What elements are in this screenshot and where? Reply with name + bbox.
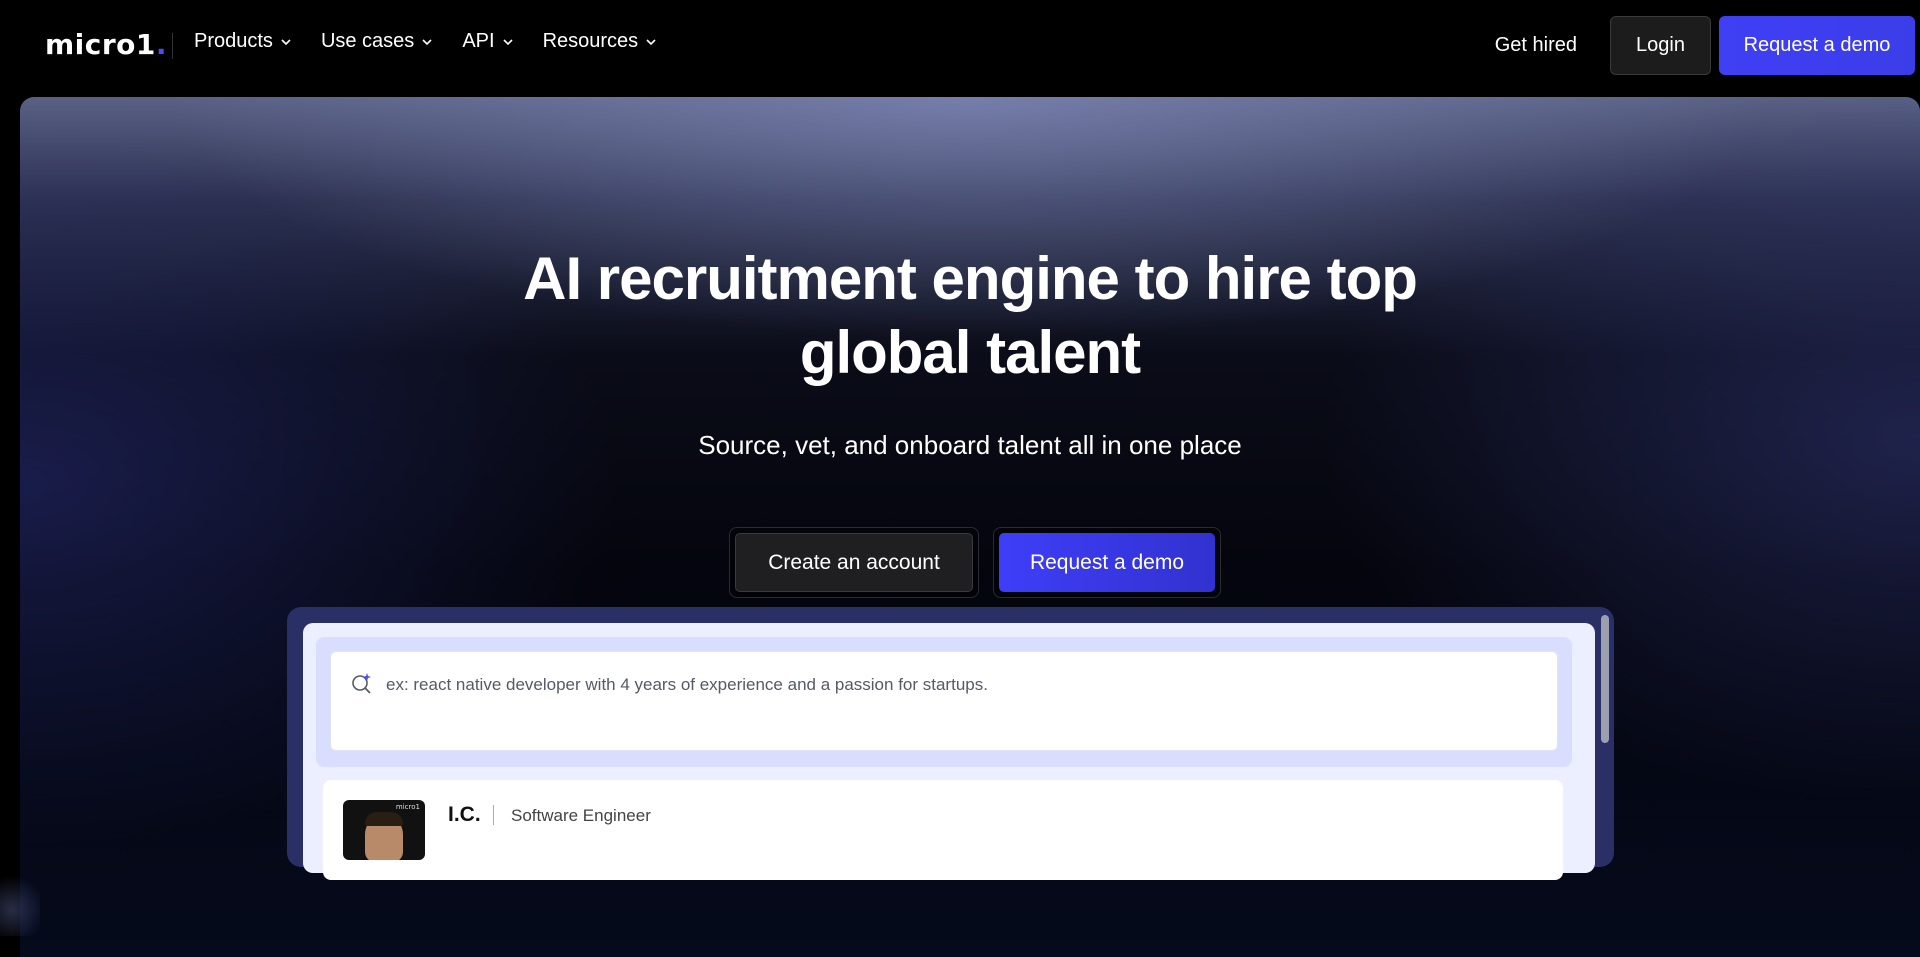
candidate-card[interactable]: micro1 I.C. Software Engineer [323, 780, 1563, 880]
ai-search-icon [352, 673, 371, 694]
hero-title-line-1: AI recruitment engine to hire top [523, 245, 1418, 312]
hero-cta-group: Create an account Request a demo [20, 527, 1920, 598]
logo-text: micro1 [45, 28, 156, 61]
nav-item-api[interactable]: API [462, 30, 513, 53]
search-panel: ex: react native developer with 4 years … [316, 637, 1572, 767]
nav-item-label: Use cases [320, 30, 415, 52]
chevron-down-icon [502, 38, 513, 45]
login-button[interactable]: Login [1610, 16, 1711, 75]
nav-item-resources[interactable]: Resources [543, 30, 657, 53]
nav-item-label: API [462, 30, 495, 52]
nav-menu: Products Use cases API Resources [194, 30, 656, 53]
logo-dot: . [155, 28, 168, 61]
product-preview-frame: ex: react native developer with 4 years … [287, 607, 1614, 880]
chevron-down-icon [646, 38, 656, 45]
request-demo-nav-button[interactable]: Request a demo [1719, 16, 1915, 75]
nav-divider [172, 33, 173, 59]
candidate-role: Software Engineer [511, 806, 651, 825]
get-hired-link[interactable]: Get hired [1495, 34, 1577, 57]
product-preview-window: ex: react native developer with 4 years … [303, 623, 1595, 880]
nav-item-use-cases[interactable]: Use cases [321, 30, 432, 53]
chevron-down-icon [422, 38, 432, 45]
ai-search-input[interactable]: ex: react native developer with 4 years … [330, 651, 1558, 751]
avatar: micro1 [343, 800, 425, 860]
chevron-down-icon [281, 38, 291, 45]
create-account-shell: Create an account [729, 527, 979, 598]
nav-item-label: Resources [542, 30, 639, 52]
top-navbar: micro1. Products Use cases API Resources… [0, 0, 1920, 94]
search-placeholder: ex: react native developer with 4 years … [386, 675, 988, 694]
decorative-glow [0, 870, 40, 936]
nav-item-label: Products [194, 30, 273, 52]
create-account-button[interactable]: Create an account [735, 533, 973, 592]
hero-title-line-2: global talent [799, 319, 1141, 386]
avatar-hair [365, 812, 403, 826]
nav-actions: Get hired Login Request a demo [1495, 16, 1915, 75]
avatar-badge: micro1 [395, 803, 420, 811]
request-demo-hero-button[interactable]: Request a demo [999, 533, 1215, 592]
hero-title: AI recruitment engine to hire top global… [20, 242, 1920, 390]
candidate-name: I.C. [448, 803, 481, 826]
preview-scrollbar[interactable] [1601, 615, 1609, 743]
micro1-logo[interactable]: micro1. [45, 28, 167, 61]
candidate-divider [493, 805, 494, 825]
hero-subtitle: Source, vet, and onboard talent all in o… [698, 430, 1242, 460]
request-demo-shell: Request a demo [993, 527, 1221, 598]
nav-item-products[interactable]: Products [194, 30, 291, 53]
